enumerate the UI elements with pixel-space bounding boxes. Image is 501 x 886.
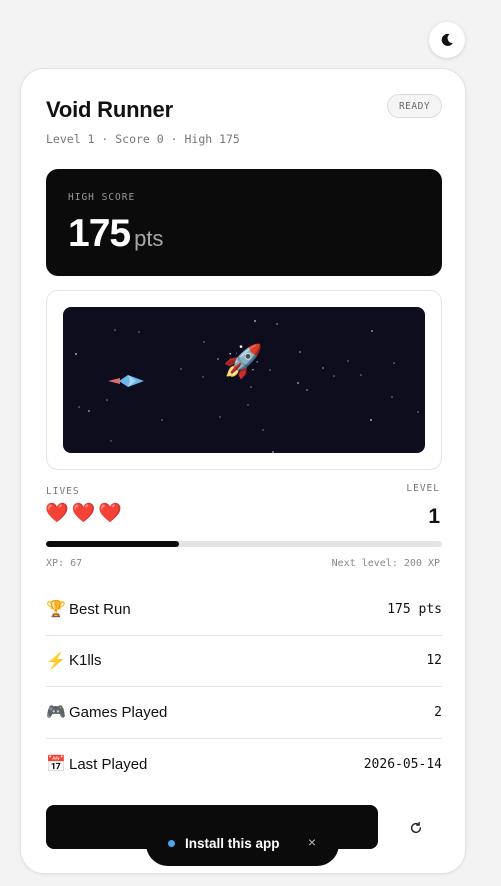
stat-value: 175 pts [387,601,442,617]
install-toast[interactable]: Install this app × [146,821,339,866]
rocket-icon: 🚀 [223,343,263,379]
trophy-icon: 🏆 [46,601,66,619]
high-score-panel: HIGH SCORE 175 pts [46,169,442,276]
game-frame: 🚀 [46,290,442,470]
high-score-unit: pts [134,226,164,251]
high-score-label: HIGH SCORE [68,192,136,203]
stat-label: Best Run [69,600,131,618]
xp-progress-fill [46,541,179,547]
stat-value: 2 [434,704,442,720]
xp-label: XP: 67 [46,558,83,569]
stat-best-run: 🏆 Best Run 175 pts [46,584,442,636]
level-label: LEVEL [406,483,440,494]
stat-last-played: 📅 Last Played 2026-05-14 [46,739,442,791]
status-badge: READY [387,94,442,118]
restart-icon [410,821,422,834]
gamepad-icon: 🎮 [46,704,66,722]
stat-label: Games Played [69,703,168,721]
next-level-label: Next level: 200 XP [331,558,440,569]
level-value: 1 [428,505,440,528]
stat-label: K1lls [69,652,102,670]
stat-games-played: 🎮 Games Played 2 [46,687,442,739]
high-score-value: 175 [68,212,131,255]
reset-button[interactable] [402,814,430,842]
game-card: Void Runner READY Level 1 · Score 0 · Hi… [20,68,466,874]
game-title: Void Runner [46,97,173,122]
lives-hearts: ❤️ ❤️ ❤️ [45,504,122,523]
stat-label: Last Played [69,755,148,773]
lives-label: LIVES [46,486,80,497]
stat-value: 2026-05-14 [363,756,442,772]
stat-value: 12 [426,653,442,669]
heart-icon: ❤️ [98,503,123,524]
game-canvas[interactable]: 🚀 [63,307,425,453]
lightning-icon: ⚡ [46,652,66,670]
heart-icon: ❤️ [45,503,69,524]
close-icon[interactable]: × [308,834,316,850]
stat-kills: ⚡ K1lls 12 [46,636,442,687]
calendar-icon: 📅 [46,756,66,774]
game-subline: Level 1 · Score 0 · High 175 [46,132,240,146]
moon-icon [441,33,453,46]
install-toast-text[interactable]: Install this app [185,836,280,851]
arrow-ship-icon [108,375,144,387]
status-dot [168,840,175,847]
xp-progress-bar [46,541,442,547]
stats-list: 🏆 Best Run 175 pts ⚡ K1lls 12 🎮 Games Playe… [46,584,442,790]
theme-toggle-button[interactable] [429,22,465,58]
heart-icon: ❤️ [71,503,96,524]
